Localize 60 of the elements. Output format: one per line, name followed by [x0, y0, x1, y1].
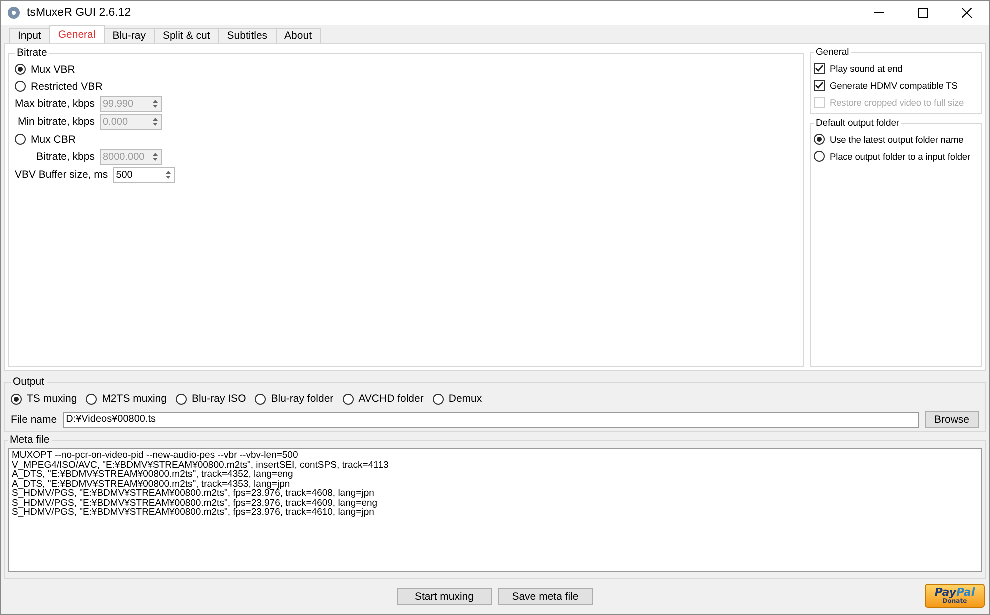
- radio-button[interactable]: [432, 394, 444, 404]
- field-label: VBV Buffer size, ms: [15, 169, 108, 181]
- meta-line: S_HDMV/PGS, "E:¥BDMV¥STREAM¥00800.m2ts", fps=23.976, track=4609, lang=eng: [12, 498, 379, 508]
- radio-label: Place output folder to a input folder: [830, 152, 970, 162]
- meta-line: MUXOPT --no-pcr-on-video-pid --new-audio-pes --vbr --vbv-len=500: [12, 451, 300, 460]
- radio-label: Mux VBR: [31, 64, 76, 76]
- group-title: General: [815, 47, 850, 58]
- radio-label: Use the latest output folder name: [830, 134, 964, 144]
- radio-label: Demux: [448, 393, 482, 405]
- close-icon[interactable]: [962, 8, 972, 18]
- meta-line: A_DTS, "E:¥BDMV¥STREAM¥00800.m2ts", track=4352, lang=eng: [12, 470, 294, 480]
- radio-button[interactable]: [814, 134, 825, 145]
- radio-button[interactable]: [11, 394, 22, 404]
- radio-button[interactable]: [176, 394, 187, 404]
- radio-label: Blu-ray ISO: [192, 393, 246, 405]
- checkbox-label: Play sound at end: [830, 64, 903, 74]
- meta-line: S_HDMV/PGS, "E:¥BDMV¥STREAM¥00800.m2ts", fps=23.976, track=4610, lang=jpn: [12, 508, 374, 518]
- maximize-icon[interactable]: [918, 8, 928, 18]
- file-name-field[interactable]: D:¥Videos¥00800.ts: [63, 412, 919, 428]
- radio-button[interactable]: [255, 394, 266, 404]
- radio-button[interactable]: [15, 64, 26, 75]
- checkbox[interactable]: [814, 63, 825, 74]
- radio-label: M2TS muxing: [102, 393, 167, 405]
- meta-line: V_MPEG4/ISO/AVC, "E:¥BDMV¥STREAM¥00800.m2ts", insertSEI, contSPS, track=4113: [12, 460, 390, 470]
- radio-button[interactable]: [15, 134, 26, 145]
- meta-line: S_HDMV/PGS, "E:¥BDMV¥STREAM¥00800.m2ts", fps=23.976, track=4608, lang=jpn: [12, 489, 376, 498]
- tab[interactable]: About: [276, 28, 321, 43]
- group-title: Default output folder: [815, 118, 900, 129]
- action-button[interactable]: Save meta file: [498, 588, 593, 605]
- radio-label: Restricted VBR: [31, 80, 103, 92]
- radio-label: Blu-ray folder: [271, 393, 334, 405]
- tab[interactable]: Split & cut: [154, 28, 220, 43]
- window-title: tsMuxeR GUI 2.6.12: [27, 7, 132, 19]
- radio-label: AVCHD folder: [358, 393, 424, 405]
- field-label: File name: [11, 414, 58, 426]
- checkbox-label: Restore cropped video to full size: [830, 98, 964, 108]
- radio-button[interactable]: [814, 151, 825, 162]
- radio-button[interactable]: [342, 394, 354, 404]
- disc-icon: [7, 6, 21, 20]
- field-label: Bitrate, kbps: [36, 151, 95, 163]
- group-title: Output: [12, 376, 46, 388]
- checkbox-label: Generate HDMV compatible TS: [830, 80, 958, 90]
- meta-line: A_DTS, "E:¥BDMV¥STREAM¥00800.m2ts", track=4353, lang=jpn: [12, 480, 290, 489]
- radio-label: TS muxing: [27, 393, 78, 405]
- checkbox[interactable]: [814, 80, 825, 91]
- meta-text-area[interactable]: [8, 448, 982, 572]
- tab[interactable]: General: [49, 25, 105, 43]
- radio-button[interactable]: [86, 394, 98, 404]
- radio-button[interactable]: [15, 81, 26, 92]
- browse-button[interactable]: Browse: [925, 411, 979, 428]
- group-title: Bitrate: [16, 47, 48, 59]
- radio-label: Mux CBR: [31, 134, 76, 146]
- field-label: Max bitrate, kbps: [15, 98, 95, 110]
- group-title: Meta file: [9, 434, 51, 446]
- spin-arrows-icon[interactable]: [165, 170, 172, 180]
- action-button[interactable]: Start muxing: [397, 588, 492, 605]
- number-field[interactable]: 500: [113, 167, 176, 183]
- tab[interactable]: Input: [9, 28, 50, 43]
- field-label: Min bitrate, kbps: [16, 116, 95, 128]
- tab[interactable]: Blu-ray: [104, 28, 155, 43]
